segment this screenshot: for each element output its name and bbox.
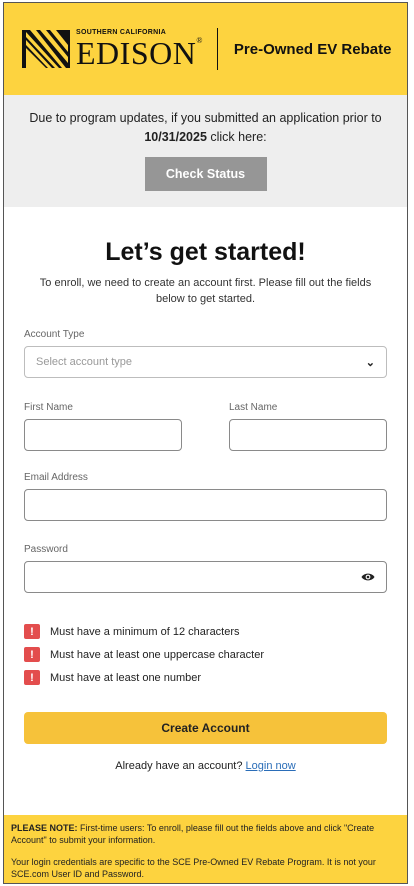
account-type-group: Account Type Select account type ⌄ <box>24 329 387 378</box>
error-icon: ! <box>24 624 40 639</box>
account-type-select[interactable]: Select account type ⌄ <box>24 346 387 378</box>
last-name-group: Last Name <box>229 402 387 451</box>
notice-date: 10/31/2025 <box>144 130 207 144</box>
footer-note: PLEASE NOTE: First-time users: To enroll… <box>4 815 407 883</box>
program-update-notice: Due to program updates, if you submitted… <box>4 95 407 207</box>
login-link[interactable]: Login now <box>246 760 296 772</box>
last-name-label: Last Name <box>229 402 278 413</box>
first-name-group: First Name <box>24 402 182 451</box>
email-group: Email Address <box>24 472 387 521</box>
header-divider <box>216 28 218 70</box>
site-header: SOUTHERN CALIFORNIA EDISON® Pre-Owned EV… <box>4 3 407 95</box>
first-time-note: PLEASE NOTE: First-time users: To enroll… <box>11 823 400 846</box>
password-rule: ! Must have at least one uppercase chara… <box>24 646 387 663</box>
rule-text: Must have a minimum of 12 characters <box>50 625 240 638</box>
error-icon: ! <box>24 647 40 662</box>
password-rule: ! Must have at least one number <box>24 669 387 686</box>
error-icon: ! <box>24 670 40 685</box>
login-prompt-text: Already have an account? <box>115 760 246 772</box>
first-name-input[interactable] <box>24 419 182 451</box>
logo-big-text: EDISON® <box>76 35 203 71</box>
notice-text-before: Due to program updates, if you submitted… <box>29 111 382 125</box>
rule-text: Must have at least one uppercase charact… <box>50 648 265 661</box>
account-type-label: Account Type <box>24 329 85 340</box>
signup-form: Let’s get started! To enroll, we need to… <box>4 238 407 772</box>
program-title: Pre-Owned EV Rebate <box>233 40 392 58</box>
first-name-label: First Name <box>24 402 73 413</box>
intro-text: To enroll, we need to create an account … <box>39 277 372 305</box>
password-rule: ! Must have a minimum of 12 characters <box>24 623 387 640</box>
email-input[interactable] <box>24 489 387 521</box>
note-label: PLEASE NOTE: <box>11 823 78 833</box>
password-wrapper <box>24 561 387 593</box>
last-name-input[interactable] <box>229 419 387 451</box>
check-status-button[interactable]: Check Status <box>144 157 267 191</box>
chevron-down-icon: ⌄ <box>365 356 375 369</box>
page-title: Let’s get started! <box>105 238 306 266</box>
account-type-placeholder: Select account type <box>36 356 133 368</box>
password-group: Password <box>24 544 387 593</box>
password-label: Password <box>24 544 68 555</box>
notice-text-after: click here: <box>206 130 267 144</box>
email-label: Email Address <box>24 472 88 483</box>
login-prompt: Already have an account? Login now <box>24 760 387 772</box>
name-row: First Name Last Name <box>24 402 387 451</box>
rule-text: Must have at least one number <box>50 671 202 684</box>
page-frame: SOUTHERN CALIFORNIA EDISON® Pre-Owned EV… <box>3 2 408 884</box>
edison-sunburst-icon <box>22 30 70 68</box>
sce-logo[interactable]: SOUTHERN CALIFORNIA EDISON® <box>22 29 203 69</box>
create-account-button[interactable]: Create Account <box>24 712 387 744</box>
logo-wordmark: SOUTHERN CALIFORNIA EDISON® <box>76 29 203 69</box>
credentials-note: Your login credentials are specific to t… <box>11 857 376 879</box>
password-input[interactable] <box>24 561 387 593</box>
password-requirements: ! Must have a minimum of 12 characters !… <box>24 623 387 686</box>
eye-icon[interactable] <box>361 572 375 582</box>
